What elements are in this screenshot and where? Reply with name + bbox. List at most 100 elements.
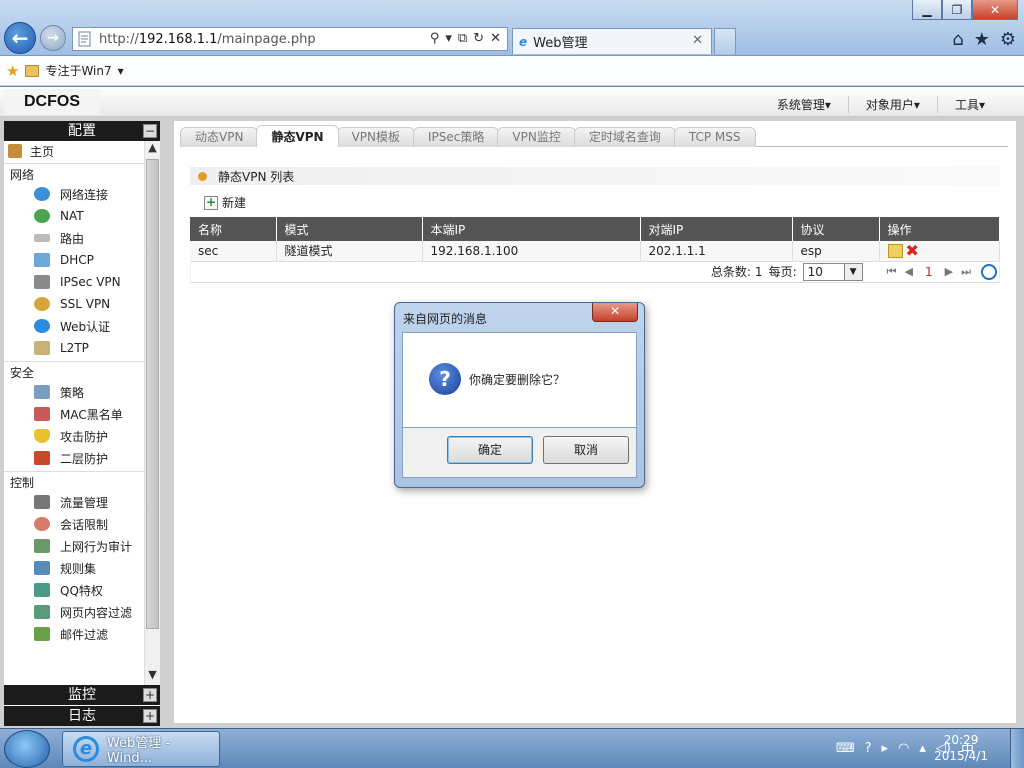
start-button[interactable] <box>4 730 50 768</box>
address-url[interactable]: http://192.168.1.1/mainpage.php <box>99 32 316 47</box>
keyboard-icon[interactable]: ⌨ <box>836 741 855 756</box>
tab-dynamic-vpn[interactable]: 动态VPN <box>180 127 259 147</box>
last-page-icon[interactable]: ⏭ <box>961 265 971 279</box>
sidebar-item-web-auth[interactable]: Web认证 <box>4 315 144 337</box>
browser-right-icons: ⌂ ★ ⚙ <box>952 29 1016 50</box>
address-bar[interactable]: http://192.168.1.1/mainpage.php ⚲ ▾ ⧉ ↻ … <box>72 27 508 51</box>
tab-vpn-template[interactable]: VPN模板 <box>336 127 416 147</box>
column-actions: 操作 <box>879 217 1000 241</box>
sidebar-section-log[interactable]: 日志 + <box>4 706 160 726</box>
help-icon[interactable]: ? <box>865 741 872 756</box>
ok-button[interactable]: 确定 <box>447 436 533 464</box>
scroll-thumb[interactable] <box>146 159 159 629</box>
new-button[interactable]: + 新建 <box>204 194 246 211</box>
sidebar-group-network: 网络 <box>4 163 144 183</box>
sidebar-item-network-connection[interactable]: 网络连接 <box>4 183 144 205</box>
tab-ipsec-policy[interactable]: IPSec策略 <box>413 127 500 147</box>
sidebar-item-ipsec-vpn[interactable]: IPSec VPN <box>4 271 144 293</box>
favorites-star-icon[interactable]: ★ <box>974 29 990 50</box>
row-actions: ✖ <box>887 242 1000 258</box>
stop-icon[interactable]: ✕ <box>490 31 501 46</box>
sidebar-item-session-limit[interactable]: 会话限制 <box>4 513 144 535</box>
clock-date: 2015/4/1 <box>934 749 988 763</box>
dialog-close-button[interactable]: ✕ <box>592 303 638 322</box>
sidebar-item-l2tp[interactable]: L2TP <box>4 337 144 359</box>
edit-icon[interactable] <box>887 243 903 258</box>
gear-icon[interactable]: ⚙ <box>1000 29 1016 50</box>
expand-icon[interactable]: + <box>143 688 157 702</box>
menu-system[interactable]: 系统管理▾ <box>760 96 848 113</box>
prev-page-icon[interactable]: ◀ <box>905 265 913 278</box>
menu-tools[interactable]: 工具▾ <box>936 96 1002 113</box>
browser-titlebar: ▁ ❐ ✕ ← → http://192.168.1.1/mainpage.ph… <box>0 0 1024 56</box>
ie-icon: e <box>73 736 99 762</box>
sidebar-item-ruleset[interactable]: 规则集 <box>4 557 144 579</box>
show-desktop-button[interactable] <box>1010 729 1024 768</box>
scroll-down-icon[interactable]: ▼ <box>145 668 160 685</box>
tab-dns-query[interactable]: 定时域名查询 <box>573 127 676 147</box>
home-icon[interactable]: ⌂ <box>952 29 963 50</box>
compat-icon[interactable]: ⧉ <box>458 31 467 46</box>
sidebar-scrollbar[interactable]: ▲ ▼ <box>144 141 160 685</box>
sidebar-group-control: 控制 <box>4 471 144 491</box>
clock[interactable]: 20:29 2015/4/1 <box>934 732 988 764</box>
tray-arrow-icon[interactable]: ▸ <box>882 741 889 756</box>
refresh-icon[interactable]: ↻ <box>473 31 484 46</box>
home-icon <box>8 144 22 158</box>
sidebar-item-layer2-defense[interactable]: 二层防护 <box>4 447 144 469</box>
tab-tcp-mss[interactable]: TCP MSS <box>673 127 756 147</box>
taskbar-ie-button[interactable]: e Web管理 - Wind... <box>62 731 220 767</box>
sidebar-item-mail-filter[interactable]: 邮件过滤 <box>4 623 144 645</box>
wifi-icon[interactable]: ◠ <box>898 741 909 756</box>
collapse-icon[interactable]: − <box>143 124 157 138</box>
refresh-icon[interactable] <box>981 263 997 280</box>
tab-vpn-monitor[interactable]: VPN监控 <box>497 127 576 147</box>
sidebar-header[interactable]: 配置 − <box>4 121 160 141</box>
nat-icon <box>34 209 50 223</box>
cancel-button[interactable]: 取消 <box>543 436 629 464</box>
show-hidden-icon[interactable]: ▴ <box>919 741 926 756</box>
per-page-select[interactable]: 10 ▼ <box>802 262 863 281</box>
sidebar-section-monitor[interactable]: 监控 + <box>4 685 160 705</box>
favorite-link[interactable]: 专注于Win7 <box>45 62 111 79</box>
table-row[interactable]: sec 隧道模式 192.168.1.100 202.1.1.1 esp ✖ <box>190 241 1000 262</box>
sidebar-item-attack-defense[interactable]: 攻击防护 <box>4 425 144 447</box>
sidebar-item-traffic[interactable]: 流量管理 <box>4 491 144 513</box>
minimize-button[interactable]: ▁ <box>912 0 942 20</box>
sidebar-item-audit[interactable]: 上网行为审计 <box>4 535 144 557</box>
new-tab-button[interactable] <box>714 28 736 54</box>
sidebar-item-label: SSL VPN <box>60 297 111 311</box>
favorites-icon[interactable]: ★ <box>6 62 19 80</box>
current-page: 1 <box>924 264 933 279</box>
next-page-icon[interactable]: ▶ <box>945 265 953 278</box>
sidebar-item-route[interactable]: 路由 <box>4 227 144 249</box>
tab-static-vpn[interactable]: 静态VPN <box>256 125 339 147</box>
expand-icon[interactable]: + <box>143 709 157 723</box>
delete-icon[interactable]: ✖ <box>906 242 919 258</box>
sidebar-item-web-filter[interactable]: 网页内容过滤 <box>4 601 144 623</box>
back-button[interactable]: ← <box>4 22 36 54</box>
taskbar: e Web管理 - Wind... ⌨ ? ▸ ◠ ▴ ◁) 中 20:29 2… <box>0 728 1024 768</box>
chevron-down-icon[interactable]: ▾ <box>118 64 124 78</box>
restore-button[interactable]: ❐ <box>942 0 972 20</box>
chevron-down-icon[interactable]: ▼ <box>843 263 862 280</box>
sidebar-item-mac-blacklist[interactable]: MAC黑名单 <box>4 403 144 425</box>
ipsec-icon <box>34 275 50 289</box>
close-tab-icon[interactable]: ✕ <box>692 33 703 48</box>
sidebar-item-ssl-vpn[interactable]: SSL VPN <box>4 293 144 315</box>
browser-tab[interactable]: e Web管理 ✕ <box>512 28 712 54</box>
menu-objects[interactable]: 对象用户▾ <box>847 96 937 113</box>
sidebar-item-home[interactable]: 主页 <box>4 141 144 161</box>
dropdown-icon[interactable]: ▾ <box>445 31 452 46</box>
forward-button[interactable]: → <box>40 25 66 51</box>
close-window-button[interactable]: ✕ <box>972 0 1018 20</box>
sidebar-item-nat[interactable]: NAT <box>4 205 144 227</box>
window-controls: ▁ ❐ ✕ <box>912 0 1018 20</box>
first-page-icon[interactable]: ⏮ <box>887 265 897 279</box>
scroll-up-icon[interactable]: ▲ <box>145 141 160 158</box>
search-icon[interactable]: ⚲ <box>430 31 440 46</box>
per-page-label: 每页: <box>768 265 797 279</box>
sidebar-item-policy[interactable]: 策略 <box>4 381 144 403</box>
sidebar-item-dhcp[interactable]: DHCP <box>4 249 144 271</box>
sidebar-item-qq[interactable]: QQ特权 <box>4 579 144 601</box>
